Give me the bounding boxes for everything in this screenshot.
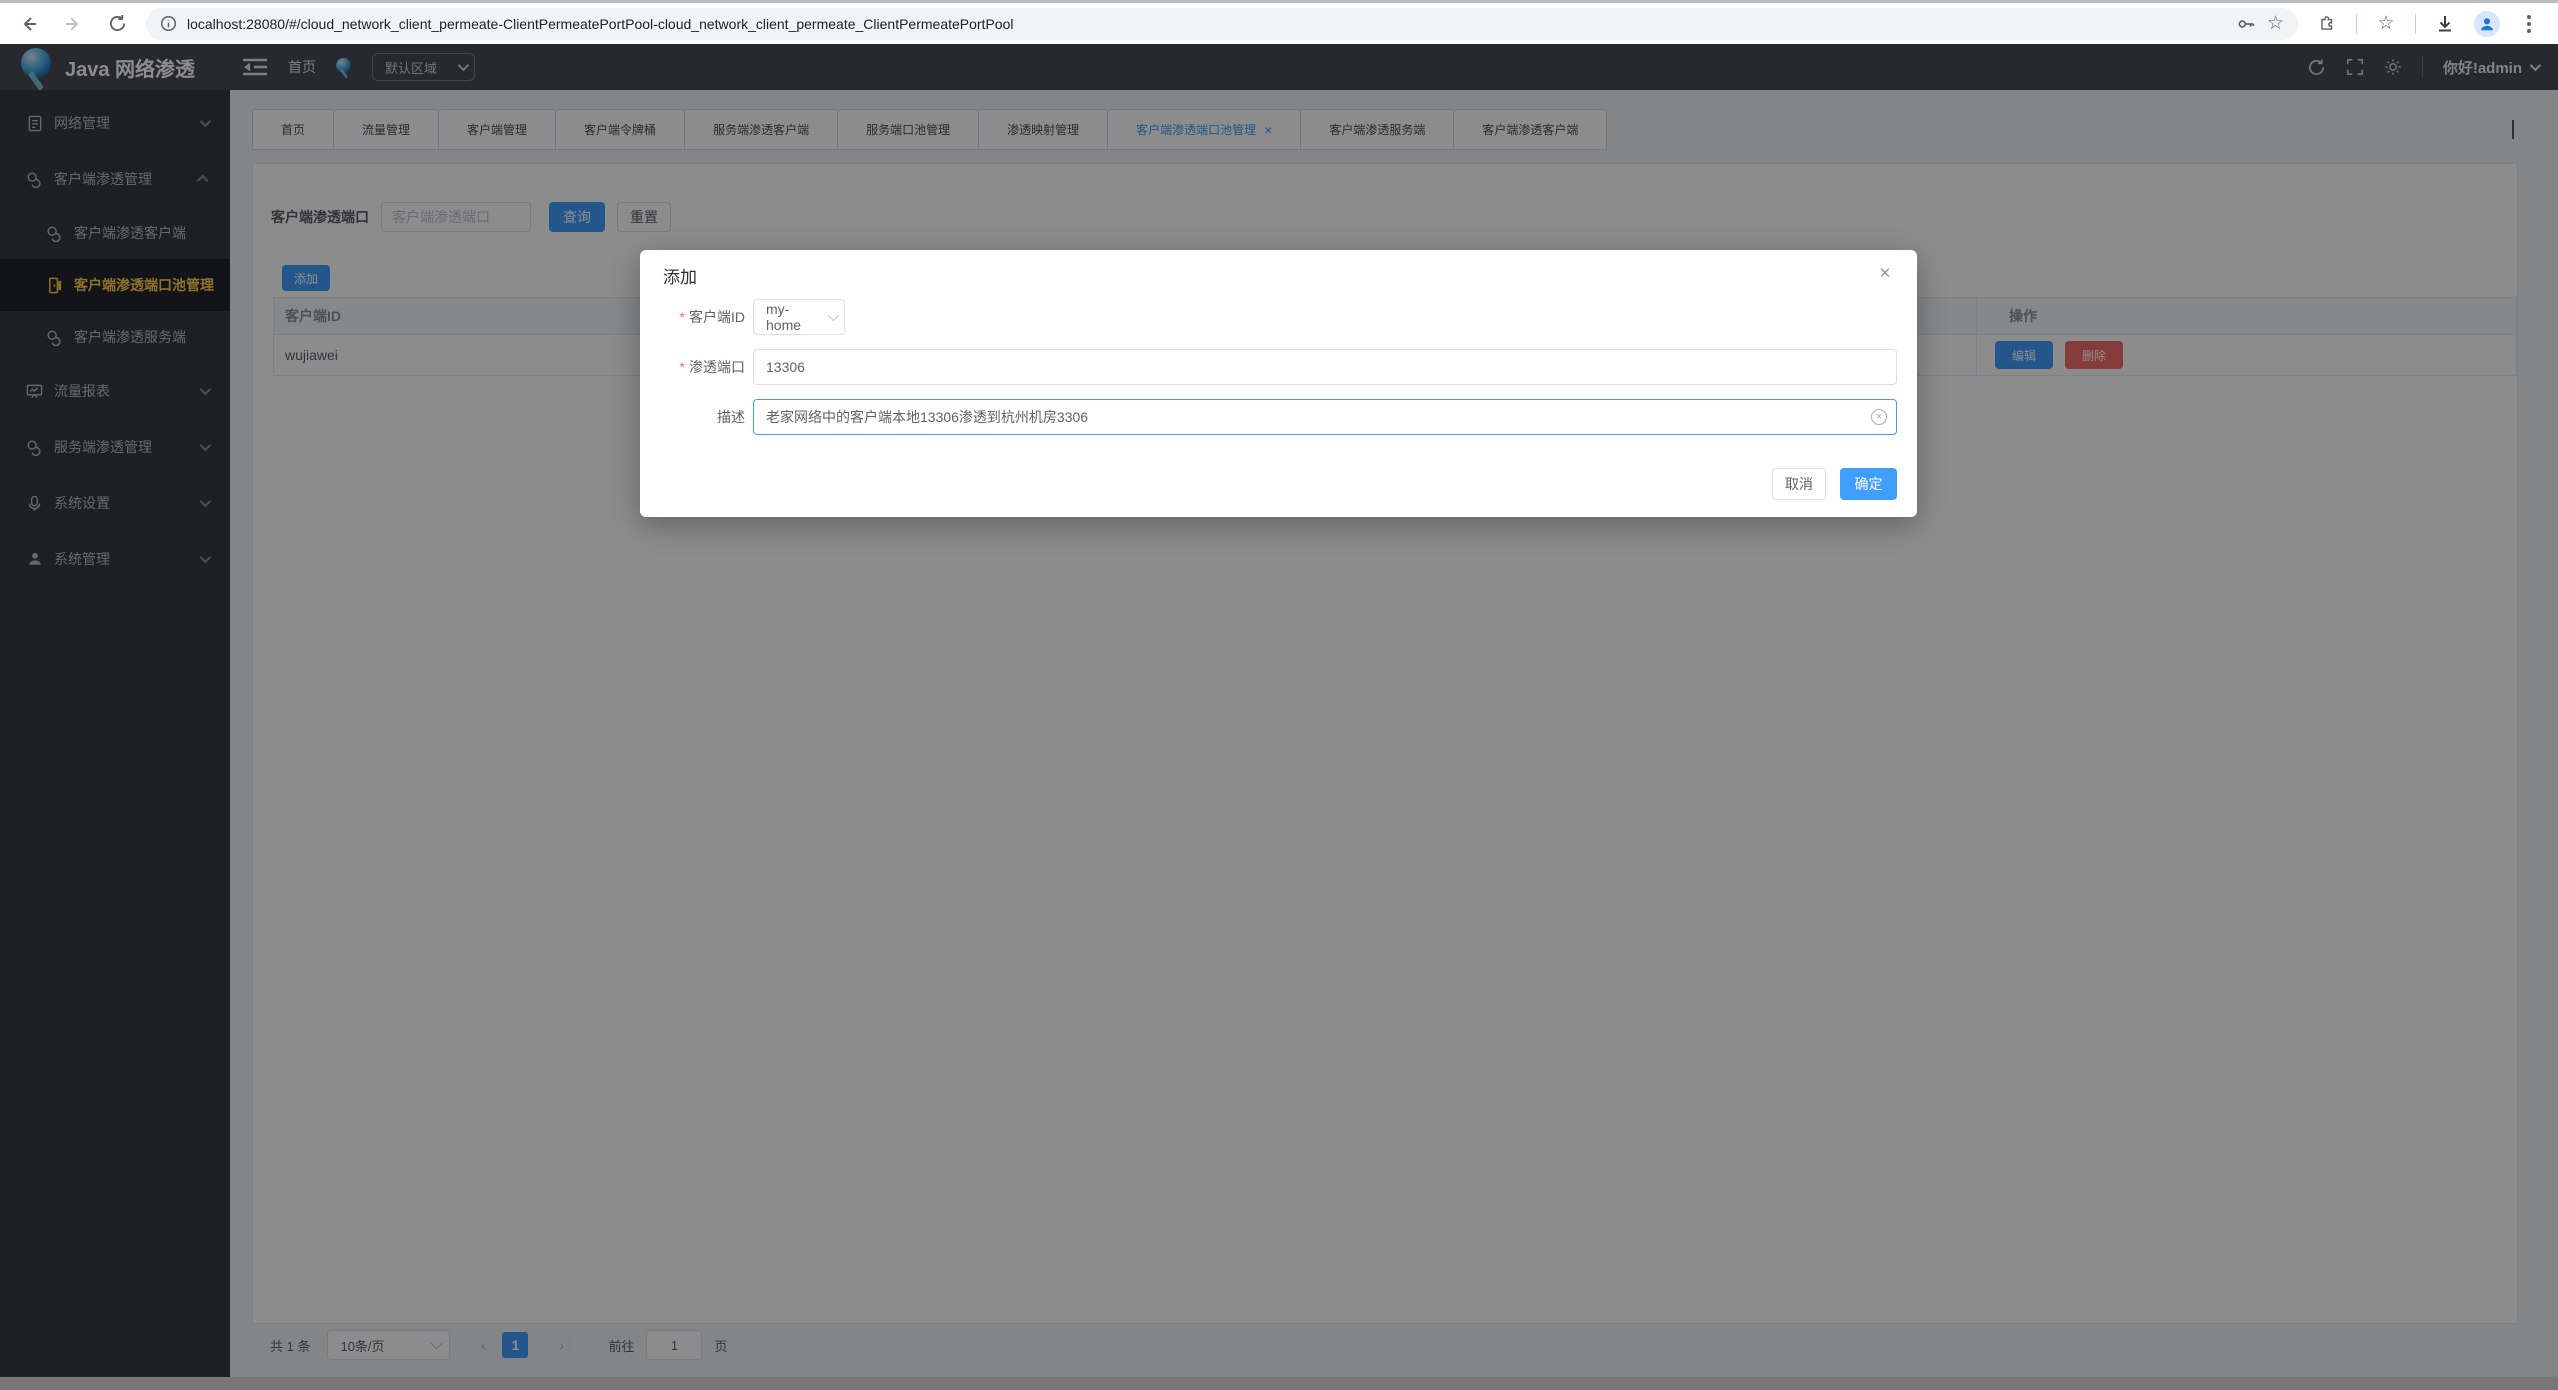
confirm-button[interactable]: 确定 [1840, 468, 1897, 500]
browser-profile-avatar[interactable] [2474, 11, 2500, 37]
port-input[interactable] [753, 349, 1897, 385]
form-row-port: *渗透端口 [640, 349, 1917, 385]
browser-reload-button[interactable] [102, 9, 132, 39]
form-row-client-id: *客户端ID my-home [640, 299, 1917, 335]
label-text: 渗透端口 [689, 359, 745, 375]
sparkle-star-icon: ☆ [2377, 14, 2394, 33]
kebab-menu-icon [2520, 15, 2538, 33]
reload-icon [108, 14, 127, 33]
downloads-button[interactable] [2430, 9, 2460, 39]
clear-input-icon[interactable]: × [1871, 409, 1887, 425]
browser-menu-button[interactable] [2514, 9, 2544, 39]
close-icon: × [1879, 263, 1890, 285]
port-label: *渗透端口 [640, 357, 745, 377]
url-text: localhost:28080/#/cloud_network_client_p… [187, 16, 1013, 32]
screen: localhost:28080/#/cloud_network_client_p… [0, 0, 2558, 1390]
label-text: 描述 [717, 409, 745, 425]
label-text: 客户端ID [689, 309, 745, 325]
bookmark-star-icon[interactable]: ☆ [2267, 14, 2284, 33]
arrow-right-icon [63, 14, 83, 34]
dialog-close-button[interactable]: × [1873, 262, 1897, 286]
browser-forward-button[interactable] [58, 9, 88, 39]
required-mark: * [680, 309, 685, 325]
address-bar[interactable]: localhost:28080/#/cloud_network_client_p… [146, 8, 2298, 40]
site-info-icon [160, 15, 177, 32]
browser-toolbar: localhost:28080/#/cloud_network_client_p… [0, 0, 2558, 44]
puzzle-icon [2318, 14, 2337, 33]
description-input[interactable] [753, 399, 1897, 435]
modal-backdrop[interactable] [0, 44, 2558, 1390]
description-label: 描述 [640, 407, 745, 427]
required-mark: * [680, 359, 685, 375]
client-id-label: *客户端ID [640, 307, 745, 327]
download-icon [2435, 14, 2455, 34]
add-dialog: 添加 × *客户端ID my-home *渗透端口 描述 × 取消 确定 [640, 250, 1917, 517]
arrow-left-icon [19, 14, 39, 34]
client-id-select-value: my-home [766, 301, 824, 333]
toolbar-separator [2415, 14, 2416, 34]
toolbar-separator [2356, 14, 2357, 34]
client-id-select[interactable]: my-home [753, 299, 845, 335]
form-row-description: 描述 × [640, 399, 1917, 435]
browser-back-button[interactable] [14, 9, 44, 39]
chevron-down-icon [828, 310, 839, 321]
dialog-title: 添加 [663, 263, 697, 288]
profile-person-icon [2478, 15, 2496, 33]
dialog-footer: 取消 确定 [1772, 468, 1897, 500]
extension-star-button[interactable]: ☆ [2371, 9, 2401, 39]
extensions-button[interactable] [2312, 9, 2342, 39]
password-key-icon[interactable] [2235, 13, 2257, 35]
cancel-button[interactable]: 取消 [1772, 468, 1826, 500]
